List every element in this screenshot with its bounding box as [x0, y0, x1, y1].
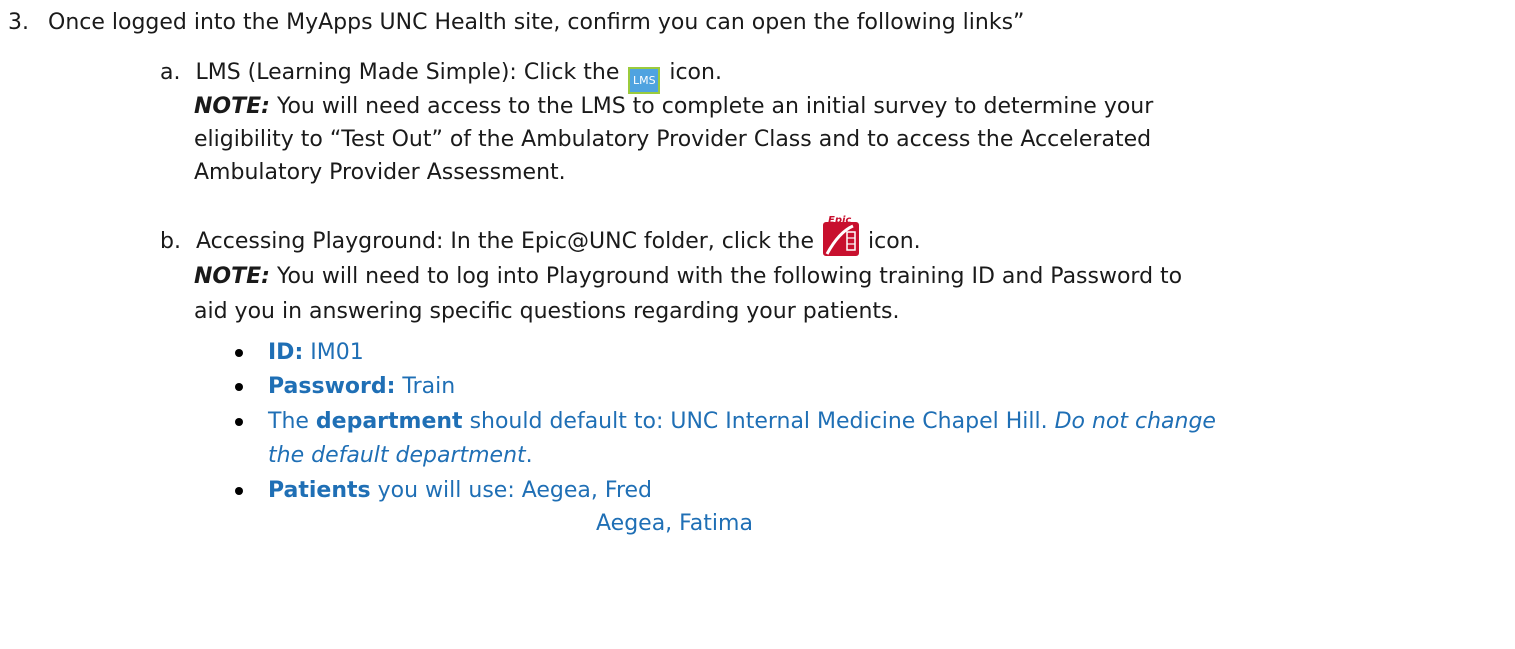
dept-italic-2: the default department	[268, 443, 526, 468]
item-b-text-before-icon: Accessing Playground: In the Epic@UNC fo…	[195, 229, 822, 254]
bullet-id: ID: IM01	[268, 338, 364, 368]
bullet-department-line-1: The department should default to: UNC In…	[268, 407, 1216, 437]
step-text: Once logged into the MyApps UNC Health s…	[48, 10, 1025, 35]
bullet-department-line-2: the default department.	[268, 441, 533, 471]
dept-middle: should default to: UNC Internal Medicine…	[462, 409, 1055, 434]
item-b-letter: b.	[160, 229, 181, 254]
dept-end: .	[525, 443, 533, 468]
item-a-note-text-1: You will need access to the LMS to compl…	[269, 94, 1154, 119]
patients-middle: you will use: Aegea, Fred	[370, 478, 652, 503]
step-3-line: 3. Once logged into the MyApps UNC Healt…	[8, 8, 1024, 38]
patients-label: Patients	[268, 478, 371, 503]
bullet-dot	[235, 487, 243, 495]
patients-second-line: Aegea, Fatima	[596, 511, 753, 536]
step-number: 3.	[8, 10, 29, 35]
bullet-dot	[235, 349, 243, 357]
item-b-note-line-1: NOTE: You will need to log into Playgrou…	[194, 262, 1182, 292]
bullet-patients: Patients you will use: Aegea, Fred	[268, 476, 652, 506]
dept-italic-1: Do not change	[1054, 409, 1216, 434]
item-a-text-after-icon: icon.	[669, 60, 722, 85]
id-value: IM01	[303, 340, 364, 365]
password-value: Train	[395, 374, 456, 399]
item-a-text-before-icon: LMS (Learning Made Simple): Click the	[195, 60, 627, 85]
id-label: ID:	[268, 340, 304, 365]
bullet-dot	[235, 383, 243, 391]
item-b-line: b. Accessing Playground: In the Epic@UNC…	[160, 214, 921, 263]
password-label: Password:	[268, 374, 396, 399]
item-b-text-after-icon: icon.	[868, 229, 921, 254]
item-a-note-label: NOTE:	[194, 94, 270, 119]
item-b-note-text-1: You will need to log into Playground wit…	[269, 264, 1183, 289]
epic-icon-label: Epic	[828, 215, 851, 226]
item-a-note-line-3: Ambulatory Provider Assessment.	[194, 160, 566, 185]
dept-prefix: The	[268, 409, 316, 434]
item-b-note-line-2: aid you in answering specific questions …	[194, 299, 900, 324]
item-a-note-line-1: NOTE: You will need access to the LMS to…	[194, 92, 1153, 122]
epic-playground-icon: Epic	[823, 214, 860, 256]
lms-icon: LMS	[628, 67, 661, 94]
bullet-dot	[235, 418, 243, 426]
item-b-note-label: NOTE:	[194, 264, 270, 289]
dept-label: department	[315, 409, 463, 434]
bullet-password: Password: Train	[268, 372, 455, 402]
item-a-note-line-2: eligibility to “Test Out” of the Ambulat…	[194, 127, 1152, 152]
item-a-letter: a.	[160, 60, 181, 85]
item-a-line: a. LMS (Learning Made Simple): Click the…	[160, 58, 722, 94]
